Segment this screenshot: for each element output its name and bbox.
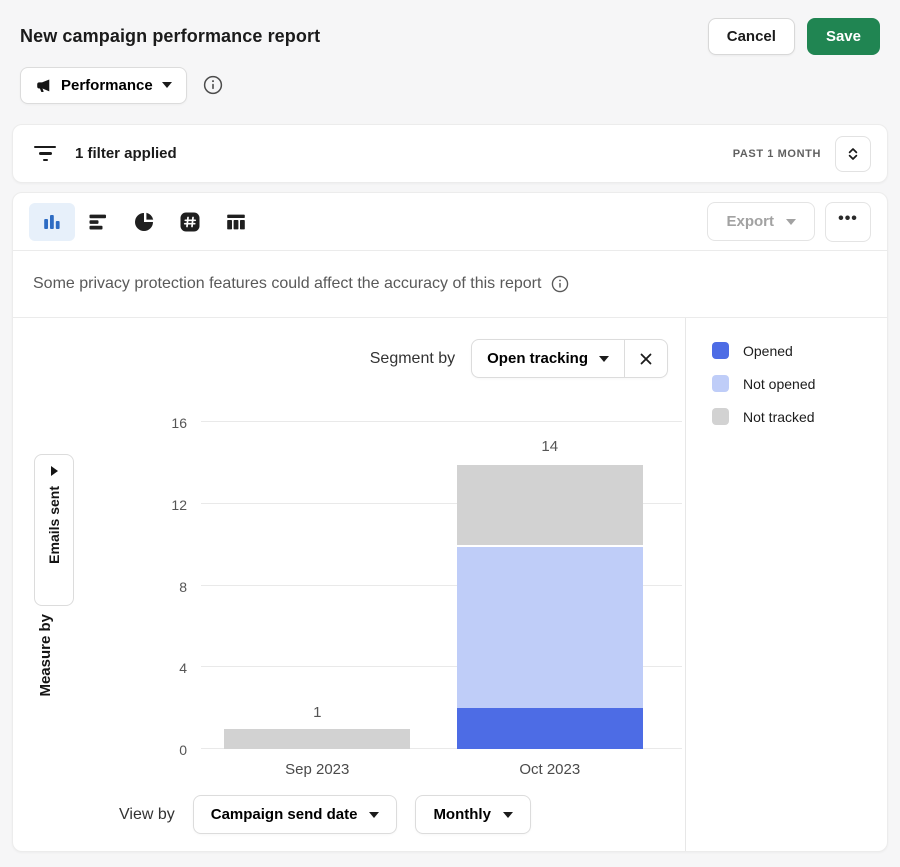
legend-swatch bbox=[712, 342, 729, 359]
table-view-button[interactable] bbox=[213, 203, 259, 241]
more-options-button[interactable]: ••• bbox=[825, 202, 871, 242]
segment-by-dropdown[interactable]: Open tracking bbox=[472, 340, 624, 377]
toolbar-right: Export ••• bbox=[707, 202, 871, 242]
export-button-label: Export bbox=[726, 213, 774, 230]
privacy-notice-text: Some privacy protection features could a… bbox=[33, 275, 541, 293]
horizontal-bar-chart-icon bbox=[86, 210, 110, 234]
chevron-down-icon bbox=[786, 219, 796, 225]
metric-dropdown[interactable]: Performance bbox=[20, 67, 187, 104]
metric-row: Performance bbox=[0, 56, 900, 106]
metric-dropdown-label: Performance bbox=[61, 77, 153, 94]
cancel-button[interactable]: Cancel bbox=[708, 18, 795, 55]
legend-item: Not tracked bbox=[712, 408, 887, 425]
view-by-label: View by bbox=[119, 806, 175, 824]
pie-chart-button[interactable] bbox=[121, 203, 167, 241]
chevron-down-icon bbox=[503, 812, 513, 818]
segment-by-value: Open tracking bbox=[487, 350, 588, 367]
chart-section: Segment by Open tracking bbox=[13, 318, 887, 852]
measure-axis-button[interactable]: Emails sent bbox=[34, 454, 74, 606]
column-chart-button[interactable] bbox=[29, 203, 75, 241]
number-sign-icon bbox=[178, 210, 202, 234]
segment-by-row: Segment by Open tracking bbox=[370, 339, 668, 378]
chart-area: Segment by Open tracking bbox=[13, 318, 685, 852]
view-by-dimension-value: Campaign send date bbox=[211, 806, 358, 823]
header-actions: Cancel Save bbox=[708, 18, 880, 55]
bar-segment bbox=[224, 729, 410, 749]
legend-item: Opened bbox=[712, 342, 887, 359]
table-icon bbox=[224, 210, 248, 234]
bar-segment bbox=[457, 708, 643, 749]
megaphone-icon bbox=[35, 77, 52, 94]
y-tick-label: 4 bbox=[147, 660, 187, 676]
filter-summary-bar[interactable]: 1 filter applied PAST 1 MONTH bbox=[12, 124, 888, 183]
y-tick-label: 0 bbox=[147, 742, 187, 758]
segment-by-label: Segment by bbox=[370, 350, 455, 368]
privacy-notice: Some privacy protection features could a… bbox=[13, 251, 887, 318]
bar-segment bbox=[457, 463, 643, 545]
remove-segment-button[interactable] bbox=[624, 340, 667, 377]
column-chart-icon bbox=[40, 210, 64, 234]
x-axis-label: Sep 2023 bbox=[224, 761, 410, 778]
filter-lines-icon bbox=[33, 146, 57, 162]
segment-by-control: Open tracking bbox=[471, 339, 668, 378]
legend: Opened Not opened Not tracked bbox=[685, 318, 887, 852]
filter-left: 1 filter applied bbox=[33, 145, 177, 162]
chevron-down-icon bbox=[599, 356, 609, 362]
pie-chart-icon bbox=[132, 210, 156, 234]
save-button[interactable]: Save bbox=[807, 18, 880, 55]
measure-by-rail-label: Measure by bbox=[37, 614, 54, 697]
legend-swatch bbox=[712, 408, 729, 425]
x-axis-label: Oct 2023 bbox=[457, 761, 643, 778]
date-range-toggle-button[interactable] bbox=[835, 136, 871, 172]
bar-total-label: 1 bbox=[224, 704, 410, 721]
info-icon[interactable] bbox=[551, 275, 569, 293]
legend-label: Opened bbox=[743, 343, 793, 359]
close-icon bbox=[639, 352, 653, 366]
report-card: Export ••• Some privacy protection featu… bbox=[12, 192, 888, 852]
legend-label: Not opened bbox=[743, 376, 815, 392]
y-tick-label: 8 bbox=[147, 579, 187, 595]
chevron-up-down-icon bbox=[845, 146, 861, 162]
legend-item: Not opened bbox=[712, 375, 887, 392]
info-icon[interactable] bbox=[203, 75, 223, 95]
report-builder-page: New campaign performance report Cancel S… bbox=[0, 0, 900, 867]
single-number-button[interactable] bbox=[167, 203, 213, 241]
view-by-dimension-dropdown[interactable]: Campaign send date bbox=[193, 795, 398, 834]
bar-total-label: 14 bbox=[457, 438, 643, 455]
page-title: New campaign performance report bbox=[20, 26, 320, 47]
y-tick-label: 16 bbox=[147, 415, 187, 431]
chart-type-toolbar: Export ••• bbox=[13, 193, 887, 251]
view-by-row: View by Campaign send date Monthly bbox=[119, 795, 531, 834]
export-button[interactable]: Export bbox=[707, 202, 815, 241]
legend-label: Not tracked bbox=[743, 409, 815, 425]
horizontal-bar-chart-button[interactable] bbox=[75, 203, 121, 241]
bar-segment bbox=[457, 545, 643, 709]
filter-count-label: 1 filter applied bbox=[75, 145, 177, 162]
filter-right: PAST 1 MONTH bbox=[733, 136, 871, 172]
plot-area: 04812161Sep 202314Oct 2023 bbox=[201, 422, 666, 749]
bar-group: 1 bbox=[224, 422, 410, 749]
chevron-down-icon bbox=[369, 812, 379, 818]
view-by-interval-dropdown[interactable]: Monthly bbox=[415, 795, 531, 834]
measure-axis-label: Emails sent bbox=[46, 486, 62, 564]
legend-swatch bbox=[712, 375, 729, 392]
page-header: New campaign performance report Cancel S… bbox=[0, 0, 900, 56]
triangle-right-icon bbox=[51, 466, 58, 476]
date-range-label: PAST 1 MONTH bbox=[733, 148, 821, 160]
chevron-down-icon bbox=[162, 82, 172, 88]
bar-group: 14 bbox=[457, 422, 643, 749]
view-by-interval-value: Monthly bbox=[433, 806, 491, 823]
y-tick-label: 12 bbox=[147, 497, 187, 513]
